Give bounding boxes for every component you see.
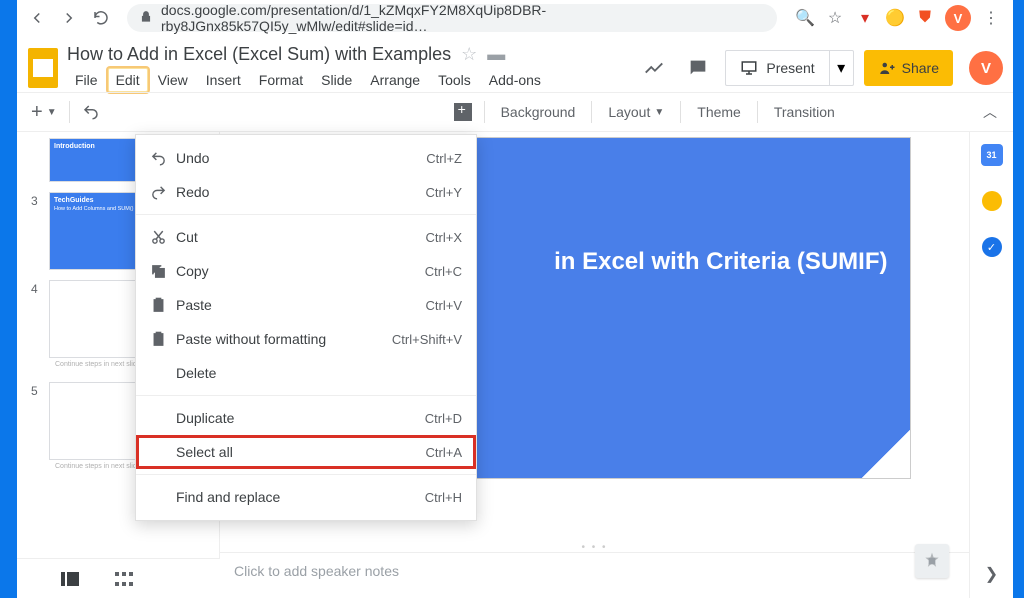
menu-item-undo[interactable]: UndoCtrl+Z: [136, 141, 476, 175]
edit-menu: UndoCtrl+ZRedoCtrl+YCutCtrl+XCopyCtrl+CP…: [135, 134, 477, 521]
notes-resize-handle[interactable]: • • •: [220, 542, 969, 552]
menu-item-paste-without-formatting[interactable]: Paste without formattingCtrl+Shift+V: [136, 322, 476, 356]
menu-item-find-and-replace[interactable]: Find and replaceCtrl+H: [136, 480, 476, 514]
kebab-icon[interactable]: ⋮: [981, 8, 1001, 28]
lock-icon: [139, 10, 153, 27]
menu-item-delete[interactable]: Delete: [136, 356, 476, 390]
account-avatar[interactable]: V: [969, 51, 1003, 85]
menu-item-redo[interactable]: RedoCtrl+Y: [136, 175, 476, 209]
doc-title[interactable]: How to Add in Excel (Excel Sum) with Exa…: [67, 44, 451, 65]
page-curl-icon: [862, 430, 910, 478]
star-doc-icon[interactable]: ☆: [461, 44, 477, 65]
hide-panel-icon[interactable]: ❯: [985, 564, 998, 584]
calendar-icon[interactable]: [981, 144, 1003, 166]
forward-button[interactable]: [55, 4, 83, 32]
menu-arrange[interactable]: Arrange: [362, 68, 428, 92]
tasks-icon[interactable]: [982, 237, 1002, 257]
menu-edit[interactable]: Edit: [108, 68, 148, 92]
menu-item-select-all[interactable]: Select allCtrl+A: [136, 435, 476, 469]
back-button[interactable]: [23, 4, 51, 32]
insert-image-icon[interactable]: +: [448, 97, 478, 127]
undo-icon[interactable]: [76, 97, 106, 127]
menu-view[interactable]: View: [150, 68, 196, 92]
url-text: docs.google.com/presentation/d/1_kZMqxFY…: [161, 2, 765, 34]
filmstrip-view-icon[interactable]: [61, 572, 79, 586]
ext-icon-2[interactable]: 🟡: [885, 8, 905, 28]
slide-title-text: in Excel with Criteria (SUMIF): [554, 248, 887, 276]
collapse-toolbar-icon[interactable]: ︿: [975, 97, 1005, 127]
grid-view-icon[interactable]: [115, 572, 133, 586]
side-panel: ❯: [969, 132, 1013, 598]
ext-icon-3[interactable]: ⛊: [915, 8, 935, 28]
reload-button[interactable]: [87, 4, 115, 32]
address-bar[interactable]: docs.google.com/presentation/d/1_kZMqxFY…: [127, 4, 777, 32]
menu-add-ons[interactable]: Add-ons: [481, 68, 549, 92]
theme-button[interactable]: Theme: [687, 97, 751, 127]
menu-item-duplicate[interactable]: DuplicateCtrl+D: [136, 401, 476, 435]
share-button[interactable]: Share: [864, 50, 953, 86]
menu-tools[interactable]: Tools: [430, 68, 479, 92]
menu-item-copy[interactable]: CopyCtrl+C: [136, 254, 476, 288]
comments-icon[interactable]: [681, 51, 715, 85]
present-button[interactable]: Present: [725, 50, 829, 86]
zoom-icon[interactable]: 🔍: [795, 8, 815, 28]
new-slide-button[interactable]: +▼: [25, 97, 63, 127]
folder-icon[interactable]: ▬: [487, 44, 505, 65]
menubar: FileEditViewInsertFormatSlideArrangeTool…: [67, 68, 637, 92]
view-switcher: [17, 558, 220, 598]
slides-logo[interactable]: [25, 44, 61, 92]
profile-avatar[interactable]: V: [945, 5, 971, 31]
menu-insert[interactable]: Insert: [198, 68, 249, 92]
layout-button[interactable]: Layout▼: [598, 97, 674, 127]
explore-button[interactable]: [915, 544, 949, 578]
transition-button[interactable]: Transition: [764, 97, 845, 127]
ext-icon-1[interactable]: ▾: [855, 8, 875, 28]
menu-file[interactable]: File: [67, 68, 106, 92]
speaker-notes[interactable]: Click to add speaker notes: [220, 552, 969, 598]
menu-format[interactable]: Format: [251, 68, 311, 92]
present-dropdown[interactable]: ▾: [830, 50, 854, 86]
menu-item-cut[interactable]: CutCtrl+X: [136, 220, 476, 254]
star-icon[interactable]: ☆: [825, 8, 845, 28]
menu-slide[interactable]: Slide: [313, 68, 360, 92]
menu-item-paste[interactable]: PasteCtrl+V: [136, 288, 476, 322]
background-button[interactable]: Background: [491, 97, 586, 127]
toolbar: +▼ + Background Layout▼ Theme Transition…: [17, 92, 1013, 132]
trend-icon[interactable]: [637, 51, 671, 85]
keep-icon[interactable]: [982, 191, 1002, 211]
browser-toolbar: docs.google.com/presentation/d/1_kZMqxFY…: [17, 0, 1013, 36]
